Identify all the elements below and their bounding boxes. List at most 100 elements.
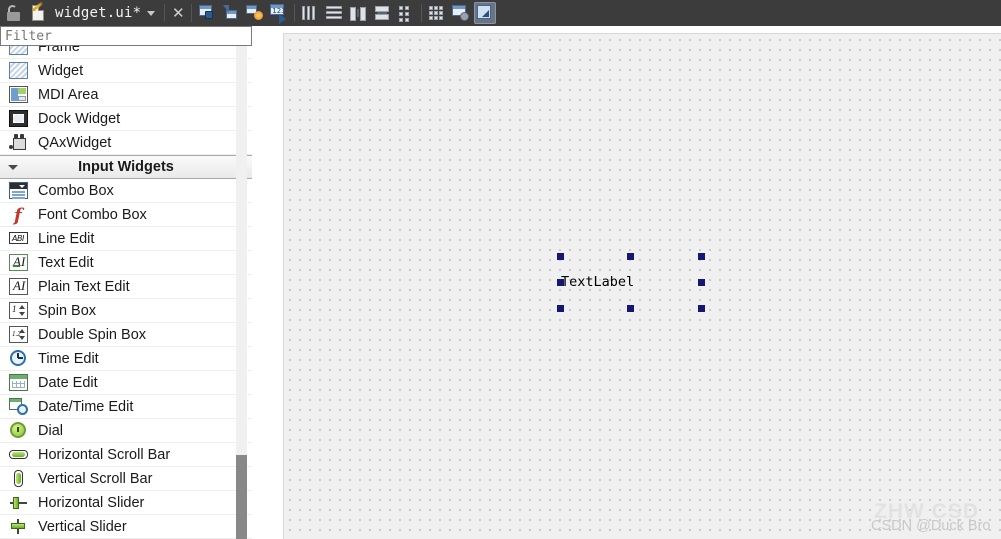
h-scroll-bar-icon <box>8 445 30 465</box>
list-item-date-edit[interactable]: Date Edit <box>0 371 252 395</box>
list-item-label: Date Edit <box>38 374 98 391</box>
layout-splitter-v-button[interactable] <box>371 2 393 24</box>
time-edit-icon <box>8 349 30 369</box>
line-edit-icon: ABI <box>8 229 30 249</box>
list-item-text-edit[interactable]: AI Text Edit <box>0 251 252 275</box>
resize-handle-bottom-center[interactable] <box>627 305 634 312</box>
plain-text-edit-icon: AI <box>8 277 30 297</box>
layout-horizontally-button[interactable] <box>299 2 321 24</box>
list-item-widget[interactable]: Widget <box>0 59 252 83</box>
list-item-horizontal-scroll-bar[interactable]: Horizontal Scroll Bar <box>0 443 252 467</box>
unlock-icon <box>4 3 24 23</box>
qt-designer-window: widget.ui* ✕ 123 Filter Frame Widget MDI… <box>0 0 1001 539</box>
list-item-time-edit[interactable]: Time Edit <box>0 347 252 371</box>
resize-handle-top-center[interactable] <box>627 253 634 260</box>
date-edit-icon <box>8 373 30 393</box>
designer-toolbar: 123 <box>195 0 497 26</box>
widget-icon <box>8 61 30 81</box>
double-spin-box-icon: 1.2 <box>8 325 30 345</box>
v-scroll-bar-icon <box>8 469 30 489</box>
resize-handle-bottom-right[interactable] <box>698 305 705 312</box>
list-item-label: MDI Area <box>38 86 99 103</box>
list-item-label: Dial <box>38 422 63 439</box>
category-label: Input Widgets <box>78 159 174 175</box>
spin-box-icon: 1 <box>8 301 30 321</box>
list-item-label: Date/Time Edit <box>38 398 134 415</box>
category-input-widgets[interactable]: Input Widgets <box>0 155 252 179</box>
list-item-label: Combo Box <box>38 182 114 199</box>
document-edit-icon <box>28 1 48 23</box>
list-item-label: Horizontal Slider <box>38 494 145 511</box>
layout-splitter-h-button[interactable] <box>347 2 369 24</box>
widget-list-scrollbar[interactable] <box>236 46 247 539</box>
list-item-label: Line Edit <box>38 230 95 247</box>
list-item-label: Spin Box <box>38 302 97 319</box>
chevron-down-icon[interactable] <box>141 0 161 26</box>
list-item-vertical-scroll-bar[interactable]: Vertical Scroll Bar <box>0 467 252 491</box>
list-item-plain-text-edit[interactable]: AI Plain Text Edit <box>0 275 252 299</box>
layout-grid-button[interactable] <box>426 2 448 24</box>
chevron-down-icon <box>0 155 26 179</box>
combo-box-icon <box>8 181 30 201</box>
resize-handle-middle-right[interactable] <box>698 279 705 286</box>
resize-handle-top-left[interactable] <box>557 253 564 260</box>
list-item-font-combo-box[interactable]: f Font Combo Box <box>0 203 252 227</box>
resize-handle-middle-left[interactable] <box>557 279 564 286</box>
adjust-size-button[interactable] <box>474 2 497 24</box>
list-item-label: Horizontal Scroll Bar <box>38 446 171 463</box>
list-item-label: Frame <box>38 46 80 55</box>
toolbar-separator <box>164 4 166 22</box>
v-slider-icon <box>8 517 30 537</box>
toolbar-separator <box>191 4 193 22</box>
h-slider-icon <box>8 493 30 513</box>
mdi-area-icon <box>8 85 30 105</box>
list-item-dial[interactable]: Dial <box>0 419 252 443</box>
close-icon[interactable]: ✕ <box>168 0 188 26</box>
list-item-label: Font Combo Box <box>38 206 147 223</box>
break-layout-button[interactable] <box>450 2 472 24</box>
list-item-label: Time Edit <box>38 350 99 367</box>
list-item-label: Plain Text Edit <box>38 278 130 295</box>
list-item-double-spin-box[interactable]: 1.2 Double Spin Box <box>0 323 252 347</box>
list-item-dock-widget[interactable]: Dock Widget <box>0 107 252 131</box>
window-title: widget.ui* <box>55 5 142 21</box>
list-item-mdi-area[interactable]: MDI Area <box>0 83 252 107</box>
list-item-label: Vertical Slider <box>38 518 127 535</box>
list-item-label: Double Spin Box <box>38 326 147 343</box>
qax-widget-icon <box>8 133 30 153</box>
layout-vertically-button[interactable] <box>323 2 345 24</box>
list-item-date-time-edit[interactable]: Date/Time Edit <box>0 395 252 419</box>
list-item-label: Vertical Scroll Bar <box>38 470 153 487</box>
text-label[interactable]: TextLabel <box>561 274 634 290</box>
list-item-frame[interactable]: Frame <box>0 46 252 59</box>
resize-handle-top-right[interactable] <box>698 253 705 260</box>
list-item-vertical-slider[interactable]: Vertical Slider <box>0 515 252 539</box>
scrollbar-thumb[interactable] <box>236 455 247 539</box>
dial-icon <box>8 421 30 441</box>
edit-widgets-button[interactable] <box>196 2 218 24</box>
list-item-label: QAxWidget <box>38 134 112 151</box>
font-combo-box-icon: f <box>14 204 22 226</box>
filter-field-wrapper <box>0 26 252 46</box>
list-item-spin-box[interactable]: 1 Spin Box <box>0 299 252 323</box>
resize-handle-bottom-left[interactable] <box>557 305 564 312</box>
edit-buddies-button[interactable] <box>244 2 266 24</box>
date-time-edit-icon <box>8 397 30 417</box>
widget-box-panel: Frame Widget MDI Area Dock Widget <box>0 26 252 539</box>
list-item-label: Text Edit <box>38 254 94 271</box>
list-item-combo-box[interactable]: Combo Box <box>0 179 252 203</box>
list-item-label: Widget <box>38 62 84 79</box>
list-item-line-edit[interactable]: ABI Line Edit <box>0 227 252 251</box>
list-item-horizontal-slider[interactable]: Horizontal Slider <box>0 491 252 515</box>
layout-form-button[interactable] <box>395 2 417 24</box>
edit-signals-slots-button[interactable] <box>220 2 242 24</box>
design-canvas[interactable]: TextLabel ZHW CSD CSDN @Duck Bro <box>253 26 1001 539</box>
title-bar: widget.ui* ✕ 123 <box>0 0 1001 26</box>
edit-tab-order-button[interactable]: 123 <box>268 2 290 24</box>
frame-icon <box>8 46 30 57</box>
dock-widget-icon <box>8 109 30 129</box>
form-surface[interactable]: TextLabel ZHW CSD CSDN @Duck Bro <box>283 33 1001 539</box>
search-input[interactable] <box>0 26 252 46</box>
list-item-qax-widget[interactable]: QAxWidget <box>0 131 252 155</box>
widget-list[interactable]: Frame Widget MDI Area Dock Widget QAxWid… <box>0 46 252 539</box>
